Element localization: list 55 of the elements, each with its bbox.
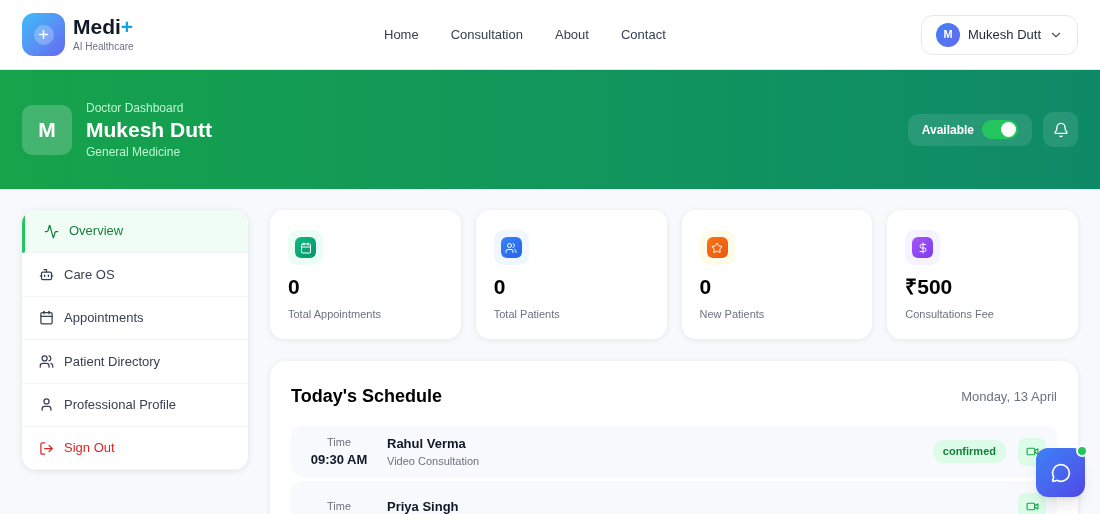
status-badge: confirmed (932, 440, 1006, 463)
chat-button[interactable] (1036, 448, 1085, 497)
sidebar-item[interactable]: Sign Out (22, 426, 248, 471)
brand-tagline: AI Healthcare (73, 40, 134, 54)
sidebar-item[interactable]: Appointments (22, 296, 248, 341)
sidebar-item[interactable]: Care OS (22, 253, 248, 297)
schedule-date: Monday, 13 April (961, 387, 1057, 406)
bell-icon (1052, 121, 1069, 138)
stat-label: Total Appointments (288, 307, 382, 322)
users-icon (500, 237, 522, 258)
nav-link[interactable]: About (554, 24, 589, 45)
star-icon (706, 237, 728, 258)
calendar-icon (39, 310, 54, 326)
video-camera-icon (1025, 500, 1039, 513)
schedule-title: Today's Schedule (291, 385, 442, 408)
video-call-button[interactable] (1018, 492, 1046, 514)
sign-out-icon (39, 440, 54, 456)
stat-value: 0 (699, 274, 713, 300)
logo-icon (22, 13, 65, 56)
user-menu-button[interactable]: M Mukesh Dutt (921, 14, 1078, 55)
dollar-icon (912, 237, 934, 258)
nav-link[interactable]: Contact (620, 24, 666, 45)
consultation-type: Video Consultation (387, 454, 481, 469)
sidebar-item[interactable]: Professional Profile (22, 383, 248, 427)
video-camera-icon (1025, 445, 1039, 458)
appointment-time: 09:30 AM (310, 451, 368, 469)
stat-label: Total Patients (493, 307, 561, 322)
availability-toggle[interactable] (982, 120, 1018, 139)
sidebar-item[interactable]: Patient Directory (22, 340, 248, 384)
doctor-name: Mukesh Dutt (86, 116, 213, 143)
nav-link[interactable]: Home (384, 24, 419, 45)
nav-link[interactable]: Consultation (450, 24, 523, 45)
calendar-icon (295, 237, 316, 258)
chat-icon (1050, 462, 1071, 483)
stat-value: 0 (288, 274, 301, 300)
stat-label: New Patients (699, 307, 766, 322)
stat-value: 0 (493, 274, 507, 300)
sidebar-item[interactable]: Overview (22, 210, 248, 254)
stat-value: ₹500 (905, 274, 954, 300)
robot-icon (39, 267, 54, 283)
pulse-icon (44, 223, 59, 239)
doctor-avatar: M (22, 104, 72, 155)
banner-subtitle: Doctor Dashboard (86, 99, 185, 117)
notifications-button[interactable] (1043, 112, 1078, 147)
brand-name: Medi+ (73, 15, 134, 39)
availability-label: Available (921, 121, 974, 139)
patient-name: Priya Singh (387, 497, 460, 514)
doctor-specialty: General Medicine (86, 143, 182, 161)
time-label: Time (326, 499, 351, 514)
user-icon (39, 397, 54, 413)
patient-name: Rahul Verma (387, 434, 467, 453)
time-label: Time (326, 434, 351, 450)
stat-label: Consultations Fee (905, 307, 995, 322)
user-avatar: M (936, 22, 960, 47)
users-icon (39, 353, 54, 369)
